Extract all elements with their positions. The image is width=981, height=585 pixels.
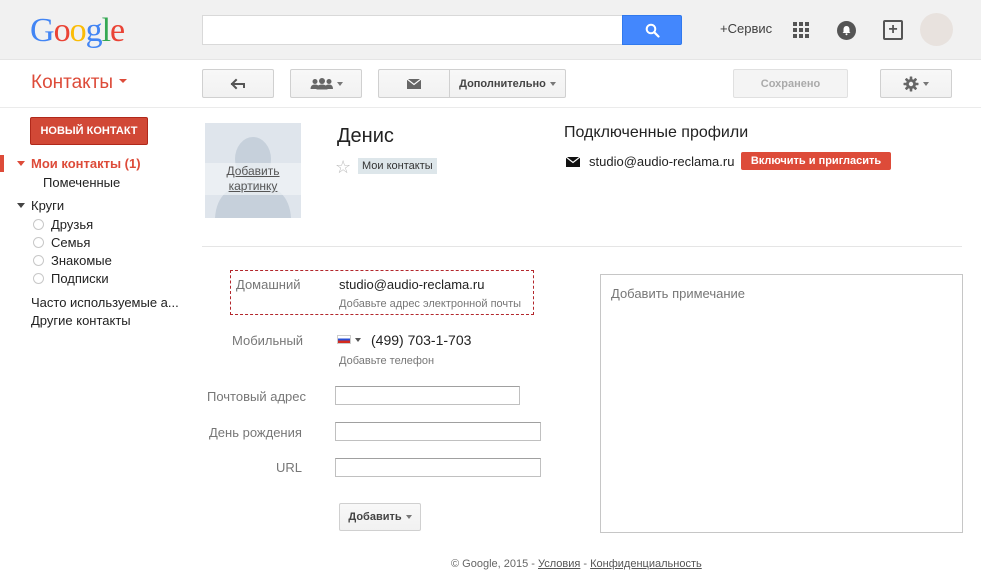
circle-icon — [33, 255, 44, 266]
postal-address-label: Почтовый адрес — [207, 389, 306, 404]
collapse-triangle-icon[interactable] — [17, 161, 25, 166]
logo-letter: g — [85, 12, 103, 49]
group-badge[interactable]: Мои контакты — [358, 158, 437, 174]
add-phone-link[interactable]: Добавьте телефон — [339, 355, 434, 367]
search-icon — [645, 23, 660, 38]
people-icon — [310, 77, 333, 89]
contact-name[interactable]: Денис — [337, 125, 394, 148]
mail-icon — [407, 78, 421, 89]
add-field-label: Добавить — [348, 511, 402, 523]
sidebar-item-other[interactable]: Другие контакты — [31, 313, 131, 328]
circle-icon — [33, 219, 44, 230]
add-photo-line1: Добавить — [226, 164, 280, 178]
apps-grid-icon[interactable] — [793, 22, 809, 38]
logo-letter: o — [53, 12, 71, 49]
sidebar-item-circle[interactable]: Подписки — [51, 271, 109, 286]
birthday-label: День рождения — [209, 425, 302, 440]
mobile-phone-label[interactable]: Мобильный — [232, 333, 303, 348]
add-photo-line2: картинку — [228, 179, 278, 193]
add-field-button[interactable]: Добавить — [339, 503, 421, 531]
circle-icon — [33, 273, 44, 284]
phone-value[interactable]: (499) 703-1-703 — [371, 332, 471, 348]
email-button[interactable] — [378, 69, 450, 98]
privacy-link[interactable]: Конфиденциальность — [590, 558, 702, 570]
logo-letter: G — [30, 12, 55, 49]
add-share-icon[interactable]: + — [883, 20, 903, 40]
app-title-menu[interactable]: Контакты — [31, 72, 128, 94]
terms-link[interactable]: Условия — [538, 558, 580, 570]
circle-icon — [33, 237, 44, 248]
sidebar-item-circle[interactable]: Друзья — [51, 217, 93, 232]
saved-label: Сохранено — [760, 77, 821, 90]
logo-letter: o — [69, 12, 87, 49]
note-textarea[interactable]: Добавить примечание — [600, 274, 963, 533]
birthday-input[interactable] — [335, 422, 541, 441]
home-email-label[interactable]: Домашний — [236, 277, 300, 292]
footer-separator: - — [580, 558, 591, 570]
settings-button[interactable] — [880, 69, 952, 98]
chevron-down-icon — [923, 81, 929, 86]
url-input[interactable] — [335, 458, 541, 477]
plus-service-link[interactable]: +Сервис — [720, 21, 772, 36]
back-button[interactable] — [202, 69, 274, 98]
invite-button[interactable]: Включить и пригласить — [741, 152, 891, 170]
sidebar-item-starred[interactable]: Помеченные — [43, 175, 120, 190]
avatar[interactable] — [920, 13, 953, 46]
back-arrow-icon — [230, 78, 245, 89]
sidebar-item-circles[interactable]: Круги — [31, 198, 64, 213]
logo-letter: l — [101, 12, 112, 49]
app-title-label: Контакты — [31, 72, 114, 93]
saved-button[interactable]: Сохранено — [733, 69, 848, 98]
url-label: URL — [276, 460, 303, 475]
sidebar-item-frequent[interactable]: Часто используемые а... — [31, 295, 179, 310]
add-email-link[interactable]: Добавьте адрес электронной почты — [339, 298, 521, 310]
sidebar-item-circle[interactable]: Семья — [51, 235, 90, 250]
circles-button[interactable] — [290, 69, 362, 98]
logo-letter: e — [110, 12, 125, 49]
new-contact-button[interactable]: НОВЫЙ КОНТАКТ — [30, 117, 148, 145]
profile-email: studio@audio-reclama.ru — [589, 154, 735, 169]
bell-icon[interactable] — [837, 21, 856, 40]
sidebar-item-my-contacts[interactable]: Мои контакты (1) — [31, 156, 141, 171]
chevron-down-icon — [119, 79, 128, 84]
home-email-value[interactable]: studio@audio-reclama.ru — [339, 277, 484, 292]
add-photo-link[interactable]: Добавить картинку — [205, 163, 301, 195]
copyright-text: © Google, 2015 - — [451, 558, 538, 570]
note-placeholder: Добавить примечание — [611, 286, 746, 301]
sidebar-item-circle[interactable]: Знакомые — [51, 253, 112, 268]
connected-profiles-title: Подключенные профили — [564, 124, 749, 141]
star-icon[interactable]: ☆ — [335, 157, 351, 177]
contact-photo[interactable]: Добавить картинку — [205, 123, 301, 218]
content-divider — [202, 246, 962, 247]
more-label: Дополнительно — [459, 77, 546, 90]
postal-address-input[interactable] — [335, 386, 520, 405]
search-input[interactable] — [202, 15, 623, 45]
top-bar: Google +Сервис + — [0, 0, 981, 60]
toolbar-divider — [0, 107, 981, 108]
chevron-down-icon — [549, 81, 556, 86]
chevron-down-icon — [405, 515, 412, 519]
google-logo[interactable]: Google — [30, 12, 125, 50]
gear-icon — [903, 76, 919, 91]
search-button[interactable] — [622, 15, 682, 45]
selection-indicator — [0, 155, 4, 172]
chevron-down-icon — [337, 81, 343, 86]
collapse-triangle-icon[interactable] — [17, 203, 25, 208]
russia-flag-icon[interactable] — [337, 335, 351, 344]
mail-icon — [566, 157, 580, 167]
more-menu-button[interactable]: Дополнительно — [449, 69, 566, 98]
chevron-down-icon[interactable] — [355, 338, 361, 342]
